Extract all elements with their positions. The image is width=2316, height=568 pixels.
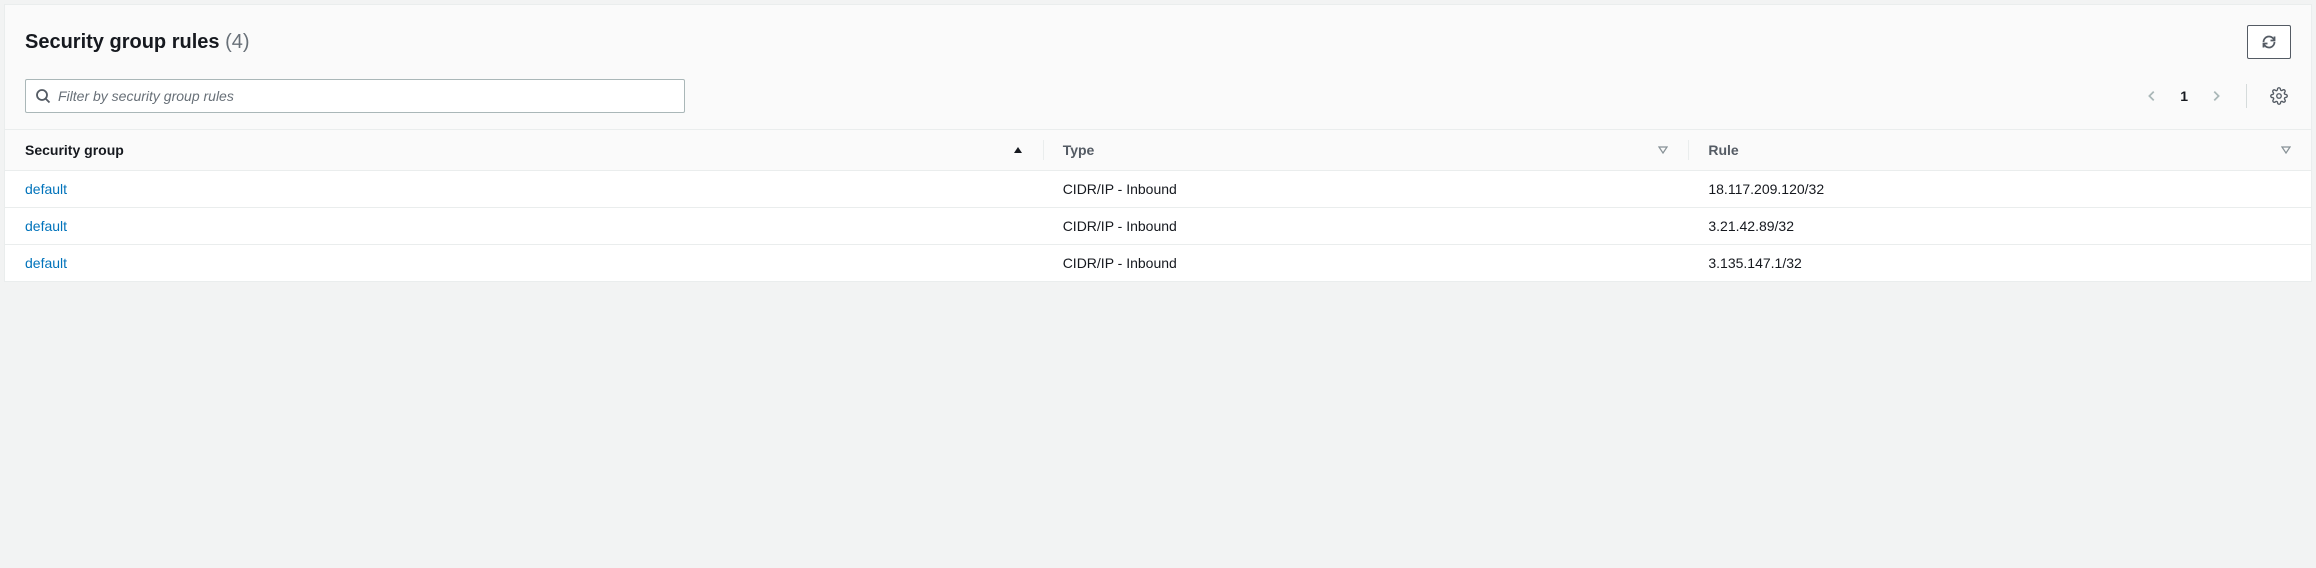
title-count: (4): [225, 31, 249, 53]
panel-header: Security group rules (4): [5, 5, 2311, 130]
title-text: Security group rules: [25, 31, 220, 53]
security-group-rules-panel: Security group rules (4): [4, 4, 2312, 282]
column-label: Security group: [25, 142, 124, 158]
title-row: Security group rules (4): [25, 25, 2291, 59]
chevron-left-icon: [2145, 89, 2159, 103]
next-page-button[interactable]: [2206, 86, 2226, 106]
security-group-link[interactable]: default: [25, 255, 67, 271]
refresh-icon: [2261, 34, 2277, 50]
search-input[interactable]: [25, 79, 685, 113]
search-wrapper: [25, 79, 685, 113]
chevron-right-icon: [2209, 89, 2223, 103]
security-group-link[interactable]: default: [25, 181, 67, 197]
controls-row: 1: [25, 79, 2291, 113]
column-label: Rule: [1708, 142, 1738, 158]
column-label: Type: [1063, 142, 1095, 158]
cell-rule: 18.117.209.120/32: [1688, 171, 2311, 208]
settings-button[interactable]: [2267, 84, 2291, 108]
cell-rule: 3.135.147.1/32: [1688, 245, 2311, 282]
refresh-button[interactable]: [2247, 25, 2291, 59]
gear-icon: [2270, 87, 2288, 105]
sort-none-icon: [2281, 142, 2291, 158]
pagination: 1: [2142, 84, 2291, 108]
column-header-security-group[interactable]: Security group: [5, 130, 1043, 171]
cell-type: CIDR/IP - Inbound: [1043, 245, 1689, 282]
sort-none-icon: [1658, 142, 1668, 158]
table-body: default CIDR/IP - Inbound 18.117.209.120…: [5, 171, 2311, 282]
table-row: default CIDR/IP - Inbound 18.117.209.120…: [5, 171, 2311, 208]
cell-rule: 3.21.42.89/32: [1688, 208, 2311, 245]
table-row: default CIDR/IP - Inbound 3.135.147.1/32: [5, 245, 2311, 282]
divider: [2246, 84, 2247, 108]
column-header-type[interactable]: Type: [1043, 130, 1689, 171]
table-header-row: Security group Type: [5, 130, 2311, 171]
page-number: 1: [2176, 88, 2192, 104]
cell-type: CIDR/IP - Inbound: [1043, 208, 1689, 245]
column-header-rule[interactable]: Rule: [1688, 130, 2311, 171]
panel-title: Security group rules (4): [25, 31, 250, 54]
prev-page-button[interactable]: [2142, 86, 2162, 106]
security-group-link[interactable]: default: [25, 218, 67, 234]
cell-type: CIDR/IP - Inbound: [1043, 171, 1689, 208]
sort-asc-icon: [1013, 142, 1023, 158]
rules-table: Security group Type: [5, 130, 2311, 281]
table-row: default CIDR/IP - Inbound 3.21.42.89/32: [5, 208, 2311, 245]
